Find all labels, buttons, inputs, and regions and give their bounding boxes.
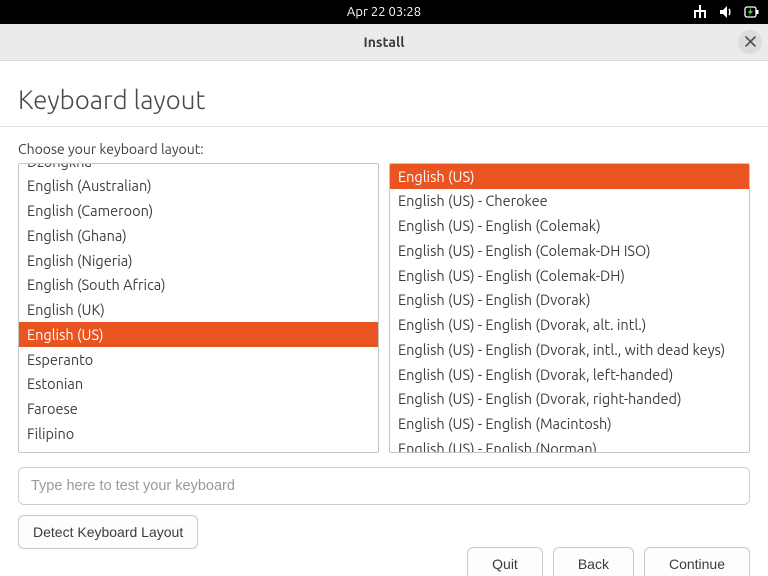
layout-item[interactable]: Esperanto xyxy=(19,347,378,372)
variant-item[interactable]: English (US) - Cherokee xyxy=(390,189,749,214)
variant-listbox[interactable]: English (US)English (US) - CherokeeEngli… xyxy=(389,163,750,453)
top-panel: Apr 22 03:28 xyxy=(0,0,768,24)
layout-item[interactable]: Estonian xyxy=(19,372,378,397)
close-button[interactable] xyxy=(738,30,762,54)
layout-item[interactable]: Filipino xyxy=(19,421,378,446)
window-titlebar: Install xyxy=(0,24,768,61)
layout-item[interactable]: Finnish xyxy=(19,446,378,452)
layout-item[interactable]: English (Australian) xyxy=(19,174,378,199)
window-title: Install xyxy=(364,34,405,50)
continue-button[interactable]: Continue xyxy=(644,547,750,576)
back-button[interactable]: Back xyxy=(553,547,634,576)
quit-button[interactable]: Quit xyxy=(467,547,543,576)
layout-item[interactable]: English (UK) xyxy=(19,298,378,323)
variant-item[interactable]: English (US) - English (Dvorak, right-ha… xyxy=(390,387,749,412)
layout-item[interactable]: English (Ghana) xyxy=(19,223,378,248)
keyboard-test-input[interactable] xyxy=(18,467,750,505)
clock-label: Apr 22 03:28 xyxy=(347,5,421,19)
variant-item[interactable]: English (US) - English (Dvorak, intl., w… xyxy=(390,337,749,362)
variant-item[interactable]: English (US) - English (Norman) xyxy=(390,436,749,452)
close-icon xyxy=(745,34,756,50)
variant-item[interactable]: English (US) - English (Dvorak) xyxy=(390,288,749,313)
layout-item[interactable]: English (US) xyxy=(19,322,378,347)
variant-item[interactable]: English (US) - English (Dvorak, left-han… xyxy=(390,362,749,387)
variant-item[interactable]: English (US) xyxy=(390,164,749,189)
battery-icon[interactable] xyxy=(744,4,760,20)
volume-icon[interactable] xyxy=(718,4,734,20)
variant-item[interactable]: English (US) - English (Dvorak, alt. int… xyxy=(390,313,749,338)
divider xyxy=(0,126,768,127)
layout-item[interactable]: English (Nigeria) xyxy=(19,248,378,273)
layout-item[interactable]: English (South Africa) xyxy=(19,273,378,298)
variant-item[interactable]: English (US) - English (Colemak-DH ISO) xyxy=(390,238,749,263)
network-icon[interactable] xyxy=(692,4,708,20)
detect-layout-button[interactable]: Detect Keyboard Layout xyxy=(18,515,198,549)
layout-item[interactable]: English (Cameroon) xyxy=(19,199,378,224)
layout-item[interactable]: Dzongkha xyxy=(19,164,378,174)
layout-listbox[interactable]: DzongkhaEnglish (Australian)English (Cam… xyxy=(18,163,379,453)
page-title: Keyboard layout xyxy=(18,85,750,114)
prompt-label: Choose your keyboard layout: xyxy=(18,141,750,157)
layout-item[interactable]: Faroese xyxy=(19,397,378,422)
variant-item[interactable]: English (US) - English (Macintosh) xyxy=(390,412,749,437)
variant-item[interactable]: English (US) - English (Colemak) xyxy=(390,214,749,239)
variant-item[interactable]: English (US) - English (Colemak-DH) xyxy=(390,263,749,288)
